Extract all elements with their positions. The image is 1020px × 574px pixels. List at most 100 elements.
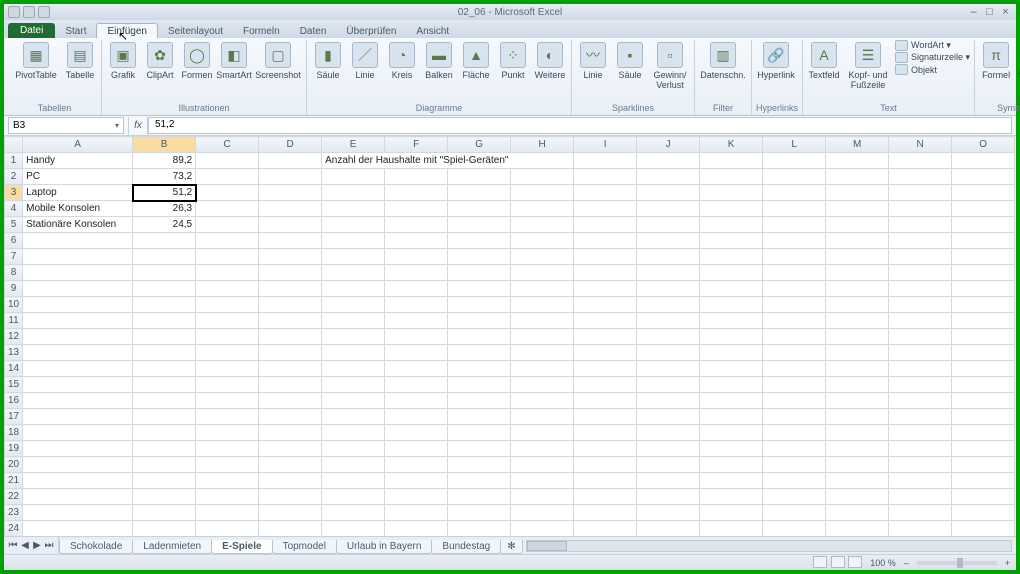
cell-E22[interactable] [322, 489, 385, 505]
column-header-D[interactable]: D [259, 137, 322, 153]
cell-N18[interactable] [889, 425, 952, 441]
cell-G17[interactable] [448, 409, 511, 425]
cell-K9[interactable] [700, 281, 763, 297]
cell-G6[interactable] [448, 233, 511, 249]
cell-F11[interactable] [385, 313, 448, 329]
cell-O23[interactable] [952, 505, 1015, 521]
cell-F19[interactable] [385, 441, 448, 457]
cell-L7[interactable] [763, 249, 826, 265]
cell-H15[interactable] [511, 377, 574, 393]
cell-C10[interactable] [196, 297, 259, 313]
cell-G20[interactable] [448, 457, 511, 473]
cell-F13[interactable] [385, 345, 448, 361]
view-normal-button[interactable] [813, 556, 827, 568]
cell-D21[interactable] [259, 473, 322, 489]
cell-L6[interactable] [763, 233, 826, 249]
cell-M9[interactable] [826, 281, 889, 297]
row-header-10[interactable]: 10 [5, 297, 23, 313]
cell-B8[interactable] [133, 265, 196, 281]
cell-F24[interactable] [385, 521, 448, 537]
cell-B7[interactable] [133, 249, 196, 265]
cell-A22[interactable] [23, 489, 133, 505]
cell-B17[interactable] [133, 409, 196, 425]
cell-I1[interactable] [574, 153, 637, 169]
cell-J22[interactable] [637, 489, 700, 505]
cell-H18[interactable] [511, 425, 574, 441]
cell-A10[interactable] [23, 297, 133, 313]
row-header-21[interactable]: 21 [5, 473, 23, 489]
cell-A2[interactable]: PC [23, 169, 133, 185]
cell-D1[interactable] [259, 153, 322, 169]
cell-B21[interactable] [133, 473, 196, 489]
cell-I9[interactable] [574, 281, 637, 297]
cell-I15[interactable] [574, 377, 637, 393]
cell-H4[interactable] [511, 201, 574, 217]
close-button[interactable]: × [999, 6, 1012, 18]
cell-O8[interactable] [952, 265, 1015, 281]
name-box[interactable]: B3▾ [8, 117, 124, 134]
cell-H23[interactable] [511, 505, 574, 521]
cell-I6[interactable] [574, 233, 637, 249]
wordart-button[interactable]: WordArt ▾ [895, 40, 970, 51]
cell-L10[interactable] [763, 297, 826, 313]
pivottable-button[interactable]: ▦PivotTable [12, 40, 60, 80]
cell-K12[interactable] [700, 329, 763, 345]
cell-B2[interactable]: 73,2 [133, 169, 196, 185]
cell-H10[interactable] [511, 297, 574, 313]
cell-A21[interactable] [23, 473, 133, 489]
punkt-button[interactable]: ⁘Punkt [496, 40, 530, 80]
cell-F4[interactable] [385, 201, 448, 217]
cell-D14[interactable] [259, 361, 322, 377]
cell-O20[interactable] [952, 457, 1015, 473]
clipart-button[interactable]: ✿ClipArt [143, 40, 177, 80]
cell-H14[interactable] [511, 361, 574, 377]
cell-O9[interactable] [952, 281, 1015, 297]
row-header-6[interactable]: 6 [5, 233, 23, 249]
cell-H6[interactable] [511, 233, 574, 249]
cell-B11[interactable] [133, 313, 196, 329]
cell-J5[interactable] [637, 217, 700, 233]
objekt-button[interactable]: Objekt [895, 64, 970, 75]
sheet-tab-Schokolade[interactable]: Schokolade [59, 540, 133, 554]
cell-M6[interactable] [826, 233, 889, 249]
fx-icon[interactable]: fx [128, 117, 148, 135]
cell-H7[interactable] [511, 249, 574, 265]
cell-I17[interactable] [574, 409, 637, 425]
cell-F5[interactable] [385, 217, 448, 233]
cell-C9[interactable] [196, 281, 259, 297]
cell-J10[interactable] [637, 297, 700, 313]
cell-N16[interactable] [889, 393, 952, 409]
cell-M7[interactable] [826, 249, 889, 265]
cell-M23[interactable] [826, 505, 889, 521]
cell-N24[interactable] [889, 521, 952, 537]
zoom-out-button[interactable]: – [904, 558, 909, 568]
cell-O15[interactable] [952, 377, 1015, 393]
cell-F6[interactable] [385, 233, 448, 249]
cell-E16[interactable] [322, 393, 385, 409]
cell-H16[interactable] [511, 393, 574, 409]
cell-F12[interactable] [385, 329, 448, 345]
cell-J20[interactable] [637, 457, 700, 473]
tab-ueberpruefen[interactable]: Überprüfen [336, 24, 406, 38]
cell-J7[interactable] [637, 249, 700, 265]
cell-E14[interactable] [322, 361, 385, 377]
cell-F10[interactable] [385, 297, 448, 313]
cell-J15[interactable] [637, 377, 700, 393]
cell-B12[interactable] [133, 329, 196, 345]
cell-J8[interactable] [637, 265, 700, 281]
cell-E5[interactable] [322, 217, 385, 233]
cell-I24[interactable] [574, 521, 637, 537]
cell-O7[interactable] [952, 249, 1015, 265]
cell-K1[interactable] [700, 153, 763, 169]
cell-I23[interactable] [574, 505, 637, 521]
sheet-next-icon[interactable]: ▶ [32, 540, 42, 551]
cell-C6[interactable] [196, 233, 259, 249]
cell-A5[interactable]: Stationäre Konsolen [23, 217, 133, 233]
horizontal-scrollbar[interactable] [526, 540, 1012, 552]
cell-D9[interactable] [259, 281, 322, 297]
cell-C19[interactable] [196, 441, 259, 457]
tab-daten[interactable]: Daten [290, 24, 337, 38]
cell-C3[interactable] [196, 185, 259, 201]
cell-E8[interactable] [322, 265, 385, 281]
cell-B6[interactable] [133, 233, 196, 249]
